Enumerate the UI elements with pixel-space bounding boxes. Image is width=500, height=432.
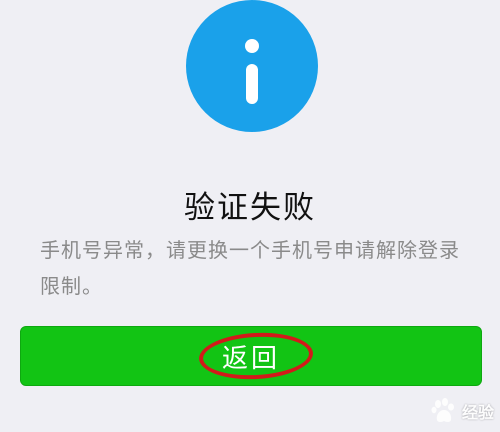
watermark: 经验	[430, 396, 494, 426]
dialog-title: 验证失败	[184, 190, 316, 226]
back-button[interactable]: 返回	[20, 326, 482, 386]
verification-failed-screen: 验证失败 手机号异常，请更换一个手机号申请解除登录限制。 返回 经验	[0, 0, 500, 432]
watermark-text: 经验	[461, 403, 494, 422]
dialog-message: 手机号异常，请更换一个手机号申请解除登录限制。	[40, 238, 460, 298]
back-button-label: 返回	[221, 343, 280, 374]
info-icon	[186, 0, 318, 132]
baidu-paw-logo-icon	[431, 398, 454, 422]
